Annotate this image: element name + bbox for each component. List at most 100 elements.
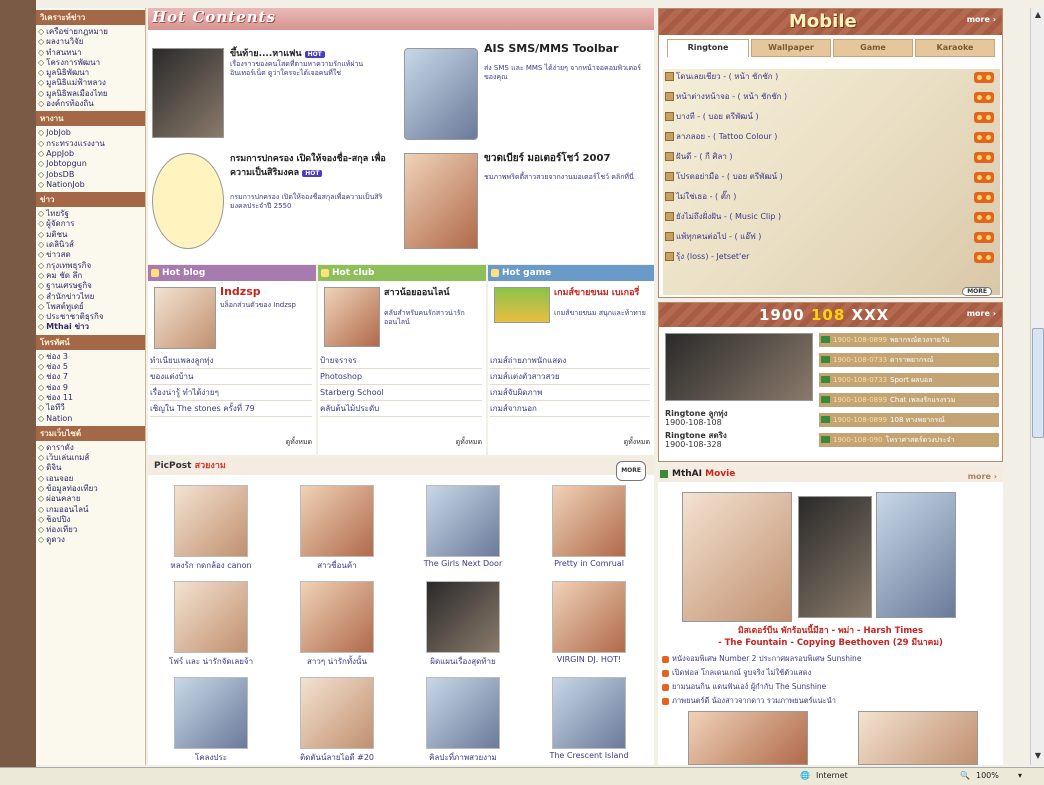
ringtone-item[interactable]: ฝันดี - ( กี ศิลา )	[665, 151, 733, 163]
tel-image[interactable]	[665, 333, 813, 401]
tab-wallpaper[interactable]: Wallpaper	[751, 39, 831, 57]
nav-item[interactable]: ◇ ไอทีวี	[36, 403, 145, 413]
hot-game-header[interactable]: Hot game	[488, 265, 654, 281]
scroll-thumb[interactable]	[1032, 328, 1044, 438]
hot-item-title[interactable]: ขวดเบียร์ มอเตอร์โชว์ 2007	[484, 151, 652, 166]
nav-item[interactable]: ◇ ฐานเศรษฐกิจ	[36, 281, 145, 291]
picpost-more-button[interactable]: MORE	[616, 461, 646, 481]
picpost-thumbnail[interactable]	[552, 581, 626, 653]
picpost-item[interactable]: ผิดแผนเรื่องสุดท้าย	[408, 581, 518, 668]
ringtone-item[interactable]: ไม่ใช่เธอ - ( ตั๊ก )	[665, 191, 736, 203]
ringtone-item[interactable]: หน้าต่างหน้าจอ - ( หน้า ชักชัก )	[665, 91, 787, 103]
picpost-caption[interactable]: Pretty in Comrual	[534, 559, 644, 568]
nav-item[interactable]: ◇ JobsDB	[36, 170, 145, 180]
nav-item[interactable]: ◇ เอนจอย	[36, 474, 145, 484]
nav-item[interactable]: ◇ ไทยรัฐ	[36, 209, 145, 219]
ringtone-download-icon[interactable]	[974, 152, 994, 163]
picpost-item[interactable]: สาวชื่อนค้า	[282, 485, 392, 572]
picpost-caption[interactable]: สาวๆ น่ารักทั้งนั้น	[282, 655, 392, 668]
hot-item-image[interactable]	[404, 153, 478, 249]
tel-service-row[interactable]: 1900-108-0899 108 ทางพยากรณ์	[819, 413, 999, 427]
picpost-thumbnail[interactable]	[426, 677, 500, 749]
club-see-all[interactable]: ดูทั้งหมด	[456, 437, 482, 448]
picpost-item[interactable]: คิลปะที่ภาพสวยงาม	[408, 677, 518, 764]
ringtone-download-icon[interactable]	[974, 92, 994, 103]
movie-still-1[interactable]	[688, 711, 808, 765]
picpost-caption[interactable]: The Crescent Island	[534, 751, 644, 760]
club-link[interactable]: คลับต้นไม้ประดับ	[320, 401, 482, 417]
club-link[interactable]: Starberg School	[320, 385, 482, 401]
blog-see-all[interactable]: ดูทั้งหมด	[286, 437, 312, 448]
game-link[interactable]: เกมส์ถ่ายภาพนักแสดง	[490, 353, 650, 369]
ringtone-download-icon[interactable]	[974, 212, 994, 223]
picpost-item[interactable]: ติดตันน์ลายไอดี #20	[282, 677, 392, 764]
picpost-item[interactable]: สาวๆ น่ารักทั้งนั้น	[282, 581, 392, 668]
nav-item[interactable]: ◇ สำนักข่าวไทย	[36, 292, 145, 302]
ringtone-download-icon[interactable]	[974, 132, 994, 143]
nav-item[interactable]: ◇ กรุงเทพธุรกิจ	[36, 261, 145, 271]
picpost-item[interactable]: หลงร้ก กดกล้อง canon	[156, 485, 266, 572]
ringtone-download-icon[interactable]	[974, 72, 994, 83]
ringtone-item[interactable]: ลาภลอย - ( Tattoo Colour )	[665, 131, 777, 143]
club-image[interactable]	[324, 287, 380, 347]
nav-item[interactable]: ◇ ท่องเที่ยว	[36, 525, 145, 535]
tab-ringtone[interactable]: Ringtone	[667, 39, 749, 57]
vertical-scrollbar[interactable]: ▲ ▼	[1030, 8, 1044, 765]
scroll-up-arrow-icon[interactable]: ▲	[1033, 10, 1043, 22]
ringtone-download-icon[interactable]	[974, 192, 994, 203]
zoom-icon[interactable]: 🔍	[960, 771, 970, 780]
blog-name[interactable]: Indzsp	[220, 285, 261, 298]
nav-item[interactable]: ◇ ช่อง 9	[36, 383, 145, 393]
picpost-item[interactable]: Pretty in Comrual	[534, 485, 644, 568]
tel-service-row[interactable]: 1900-108-0899 พยากรณ์ดวงรายวัน	[819, 333, 999, 347]
movie-still-2[interactable]	[858, 711, 978, 765]
nav-item[interactable]: ◇ ผู้จัดการ	[36, 219, 145, 229]
blog-link[interactable]: เรื่องน่ารู้ ทำได้ง่ายๆ	[150, 385, 312, 401]
nav-item[interactable]: ◇ มูลนิธิพลเมืองไทย	[36, 89, 145, 99]
ringtone-download-icon[interactable]	[974, 172, 994, 183]
nav-item[interactable]: ◇ กระทรวงแรงงาน	[36, 139, 145, 149]
hot-item-image[interactable]	[404, 48, 478, 140]
movie-link[interactable]: เปิดฟอล โกลเดนเกณ์ จูบจริง ไม่ใช้ตัวแสดง	[662, 667, 811, 679]
ringtone-more-button[interactable]: MORE	[962, 287, 992, 296]
zoom-level[interactable]: 100%	[976, 771, 999, 780]
picpost-caption[interactable]: หลงร้ก กดกล้อง canon	[156, 559, 266, 572]
nav-item[interactable]: ◇ โครงการพัฒนา	[36, 58, 145, 68]
game-link[interactable]: เกมส์จากนอก	[490, 401, 650, 417]
nav-item[interactable]: ◇ ทำสนทนา	[36, 48, 145, 58]
nav-item[interactable]: ◇ ข่าวสด	[36, 250, 145, 260]
hot-item-title[interactable]: AIS SMS/MMS Toolbar	[484, 42, 652, 55]
nav-item[interactable]: ◇ Jobtopgun	[36, 159, 145, 169]
blog-link[interactable]: เชิญใน The stones ครั้งที่ 79	[150, 401, 312, 417]
hot-club-header[interactable]: Hot club	[318, 265, 486, 281]
picpost-thumbnail[interactable]	[300, 581, 374, 653]
nav-item[interactable]: ◇ ดูดวง	[36, 535, 145, 545]
nav-item[interactable]: ◇ องค์กรท้องถิ่น	[36, 99, 145, 109]
picpost-thumbnail[interactable]	[552, 485, 626, 557]
picpost-item[interactable]: โฟร์ และ น่ารักจัดเลยจ้า	[156, 581, 266, 668]
game-link[interactable]: เกมส์แต่งตัวสาวสวย	[490, 369, 650, 385]
picpost-caption[interactable]: ติดตันน์ลายไอดี #20	[282, 751, 392, 764]
nav-item[interactable]: ◇ Nation	[36, 414, 145, 424]
movie-poster-2[interactable]	[798, 496, 872, 618]
picpost-thumbnail[interactable]	[174, 485, 248, 557]
nav-item[interactable]: ◇ NationJob	[36, 180, 145, 190]
movie-poster-mr-bean[interactable]	[682, 492, 792, 622]
ringtone-item[interactable]: แพ้ทุกคนต่อไป - ( แอ๊ฟ )	[665, 231, 761, 243]
nav-item[interactable]: ◇ JobJob	[36, 128, 145, 138]
picpost-thumbnail[interactable]	[426, 581, 500, 653]
mobile-more-link[interactable]: more ›	[967, 15, 996, 24]
picpost-thumbnail[interactable]	[552, 677, 626, 749]
nav-item[interactable]: ◇ เดลินิวส์	[36, 240, 145, 250]
nav-item[interactable]: ◇ ช่อง 5	[36, 362, 145, 372]
tel-more-link[interactable]: more ›	[967, 309, 996, 318]
nav-item[interactable]: ◇ ช่อง 11	[36, 393, 145, 403]
game-image[interactable]	[494, 287, 550, 323]
picpost-caption[interactable]: โฟร์ และ น่ารักจัดเลยจ้า	[156, 655, 266, 668]
ringtone-download-icon[interactable]	[974, 232, 994, 243]
scroll-down-arrow-icon[interactable]: ▼	[1033, 751, 1043, 763]
nav-item[interactable]: ◇ ดิจิ่น	[36, 463, 145, 473]
picpost-caption[interactable]: ผิดแผนเรื่องสุดท้าย	[408, 655, 518, 668]
nav-item[interactable]: ◇ ช่อง 3	[36, 352, 145, 362]
ringtone-item[interactable]: ยังไม่ถึงฝั่งฝัน - ( Music Clip )	[665, 211, 781, 223]
